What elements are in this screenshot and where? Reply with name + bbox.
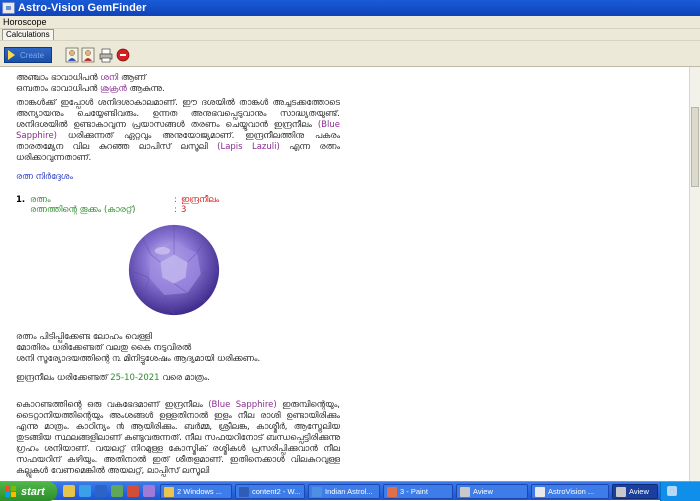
taskbar-item-windows[interactable]: 2 Windows ... [160, 484, 232, 499]
wearing-instructions: രത്നം പിടിപ്പിക്കേണ്ട ലോഹം വെള്ളി മോതിരം… [16, 332, 261, 364]
print-icon[interactable] [99, 47, 113, 63]
taskbar-item-indian-astrol[interactable]: Indian Astrol... [308, 484, 380, 499]
taskbar: start 2 Windows ... content2 - W... Indi… [0, 481, 700, 501]
stop-icon[interactable] [116, 47, 130, 63]
taskbar-item-astrovision[interactable]: AstroVision ... [531, 484, 609, 499]
weight-value: 3 [181, 205, 187, 215]
person-icon[interactable] [65, 47, 79, 63]
app-icon[interactable] [2, 2, 15, 14]
intro-line-2: ഒമ്പതാം ഭാവാധിപൻ ശുക്രൻ ആകുന്നു. [16, 84, 165, 94]
menu-horoscope[interactable]: Horoscope [3, 16, 47, 29]
dasa-paragraph: താങ്കൾക്ക് ഇപ്പോൾ ശനിദശാകാലമാണ്. ഈ ദശയിൽ… [16, 98, 341, 163]
intro-line-1: അഞ്ചാം ഭാവാധിപൻ ശനി ആണ് [16, 73, 146, 83]
aview-icon [460, 486, 470, 497]
wear-until-date: 25-10-2021 [110, 373, 160, 383]
windows-logo-icon [5, 485, 17, 498]
word-doc-icon [239, 486, 249, 497]
gem-description-paragraph: കൊറണ്ടത്തിന്റെ ഒരു വകഭേദമാണ് ഇന്ദ്രനീലം … [16, 400, 340, 476]
taskbar-item-aview-2[interactable]: Aview [612, 484, 658, 499]
menu-bar: Horoscope [0, 16, 700, 29]
tab-calculations[interactable]: Calculations [2, 29, 54, 40]
weight-label: രത്നത്തിന്റെ തൂക്കം (കാരറ്റ്) [30, 205, 136, 215]
report-content: അഞ്ചാം ഭാവാധിപൻ ശനി ആണ് ഒമ്പതാം ഭാവാധിപൻ… [0, 67, 700, 481]
astrovision-icon [535, 486, 545, 497]
taskbar-item-content2[interactable]: content2 - W... [235, 484, 305, 499]
tab-row: Calculations [0, 29, 700, 40]
scrollbar-thumb[interactable] [691, 107, 699, 187]
quicklaunch-mail-icon[interactable] [95, 485, 107, 497]
quicklaunch-app-icon[interactable] [143, 485, 155, 497]
item-number: 1. [16, 195, 26, 205]
play-arrow-icon [8, 50, 15, 60]
intro-paragraph: അഞ്ചാം ഭാവാധിപൻ ശനി ആണ് ഒമ്പതാം ഭാവാധിപൻ… [16, 73, 340, 95]
system-tray [660, 482, 700, 501]
aview-icon [616, 486, 626, 497]
quicklaunch-browser-icon[interactable] [79, 485, 91, 497]
paint-icon [387, 486, 397, 497]
toolbar: Create [0, 40, 700, 67]
quicklaunch-desktop-icon[interactable] [111, 485, 123, 497]
browser-icon [312, 486, 322, 497]
start-button[interactable]: start [0, 482, 57, 501]
quicklaunch-media-icon[interactable] [127, 485, 139, 497]
create-button-label: Create [20, 50, 45, 60]
person-info-icon[interactable] [81, 47, 95, 63]
title-bar: Astro-Vision GemFinder [0, 0, 700, 16]
vertical-scrollbar[interactable] [689, 67, 700, 481]
gem-value: ഇന്ദ്രനീലം [181, 195, 220, 205]
quicklaunch-folder-icon[interactable] [63, 485, 75, 497]
tray-icon[interactable] [667, 486, 677, 496]
blue-sapphire-gem-image [128, 224, 220, 316]
wear-until-line: ഇന്ദ്രനീലം ധരിക്കേണ്ടത് 25-10-2021 വരെ മ… [16, 373, 210, 383]
weight-colon: : [174, 205, 177, 215]
taskbar-item-aview-1[interactable]: Aview [456, 484, 528, 499]
folder-icon [164, 486, 174, 497]
start-label: start [21, 485, 45, 498]
create-button[interactable]: Create [4, 47, 52, 63]
taskbar-item-paint[interactable]: 3 - Paint [383, 484, 453, 499]
window-title: Astro-Vision GemFinder [18, 2, 147, 14]
section-heading: രത്ന നിർദ്ദേശം [16, 172, 73, 182]
